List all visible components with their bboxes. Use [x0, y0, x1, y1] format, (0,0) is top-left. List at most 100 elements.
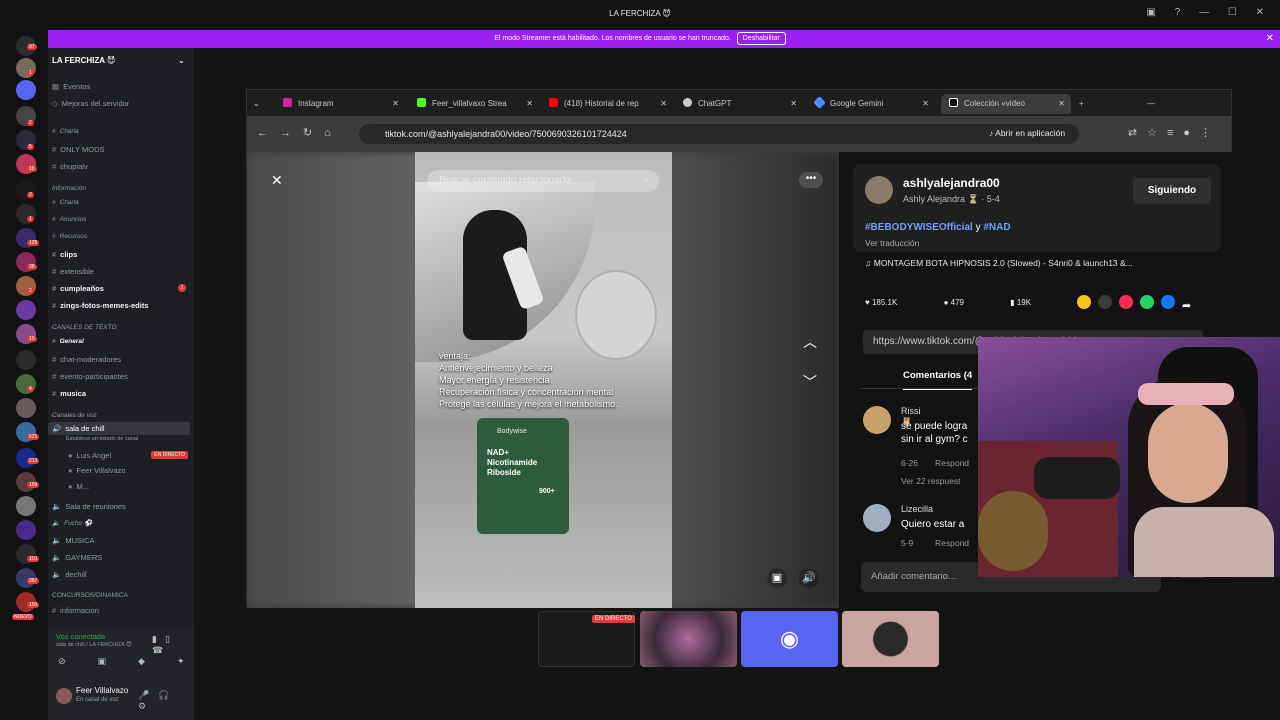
tab-youtube[interactable]: (418) Historial de rep ✕: [549, 94, 667, 114]
new-tab-button[interactable]: +: [1079, 94, 1093, 114]
server-badge: 621: [27, 434, 40, 440]
channel-anuncios[interactable]: # Anuncios: [52, 216, 86, 223]
hashtag-link[interactable]: #BEBODYWISEOfficial: [865, 222, 973, 233]
channel-recursos[interactable]: # Recursos: [52, 233, 87, 240]
voice-action-icons[interactable]: ⊘▣◆✦: [58, 656, 217, 667]
channel-zings[interactable]: # zings-fotos-memes-edits: [52, 301, 149, 310]
voice-channel-fucho[interactable]: 🔈 Fucho ⚽: [52, 519, 92, 527]
chevron-up-icon[interactable]: ︿: [803, 332, 817, 352]
channel-boosts[interactable]: ◇ Mejoras del servidor: [52, 99, 129, 108]
server-icon[interactable]: [16, 300, 36, 320]
category-canales-texto[interactable]: CANALES DE TEXTO: [52, 324, 117, 331]
comment-author[interactable]: Lizecilla: [901, 504, 933, 514]
disable-streamer-button[interactable]: Deshabilitar: [736, 32, 786, 45]
tab-tiktok[interactable]: Colección «video ✕: [941, 94, 1071, 114]
channel-chat-moderadores[interactable]: # chat-moderadores: [52, 355, 121, 364]
video-search-input[interactable]: Buscar contenido relacionado ⌕: [427, 170, 659, 192]
more-options-icon[interactable]: •••: [799, 172, 823, 188]
category-concursos[interactable]: CONCURSOS/DINAMICA: [52, 592, 128, 599]
channel-informacion[interactable]: # informacion: [52, 606, 99, 615]
voice-channel-sala-chill[interactable]: 🔊 sala de chill: [48, 422, 190, 435]
avatar[interactable]: [863, 504, 891, 532]
tab-strip: ⌄ Instagram ✕ Feer_villalvaxo Strea ✕ (418…: [247, 90, 1231, 128]
channel-charla[interactable]: # Charla: [52, 128, 79, 135]
server-header[interactable]: LA FERCHIZA 😈 ⌄: [52, 56, 185, 65]
search-icon[interactable]: ⌕: [643, 170, 649, 192]
channel-clips[interactable]: # clips: [52, 250, 77, 259]
voice-channel-dechill[interactable]: 🔈 dechill: [52, 570, 87, 579]
participant-tile[interactable]: [640, 611, 737, 667]
participant-tile[interactable]: [842, 611, 939, 667]
user-controls[interactable]: 🎤🎧⚙: [138, 690, 194, 712]
comment-button[interactable]: ● 479: [944, 298, 986, 307]
channel-cumpleanos[interactable]: # cumpleaños: [52, 284, 104, 293]
server-icon[interactable]: [16, 398, 36, 418]
face-shape: [1148, 403, 1228, 503]
hashtag-link[interactable]: #NAD: [983, 222, 1010, 233]
server-icon[interactable]: [16, 520, 36, 540]
view-replies-link[interactable]: Ver 22 respuest: [901, 476, 961, 486]
music-link[interactable]: ♫ MONTAGEM BOTA HIPNOSIS 2.0 (Slowed) - …: [865, 258, 1133, 268]
channel-general[interactable]: # General: [52, 338, 84, 345]
voice-user[interactable]: ● Feer Villalvazo: [68, 466, 126, 475]
avatar[interactable]: [865, 176, 893, 204]
like-button[interactable]: ♥ 185.1K: [865, 298, 919, 307]
channel-status[interactable]: Establece un estado de canal: [66, 436, 138, 442]
shirt-shape: [1134, 507, 1274, 577]
channel-only-mods[interactable]: # ONLY MODS: [52, 145, 105, 154]
close-icon[interactable]: ✕: [271, 172, 283, 189]
open-in-app-button[interactable]: ♪ Abrir en aplicación: [989, 128, 1065, 138]
repost-icon[interactable]: [1077, 295, 1091, 309]
voice-channel-reuniones[interactable]: 🔈 Sala de reuniones: [52, 502, 126, 511]
url-field[interactable]: tiktok.com/@ashlyalejandra00/video/75006…: [359, 124, 1079, 144]
category-canales-voz[interactable]: Canales de voz: [52, 412, 97, 419]
browser-toolbar-icons[interactable]: ⇄☆≡●⋮: [1128, 126, 1221, 139]
tab-chatgpt[interactable]: ChatGPT ✕: [683, 94, 797, 114]
channel-events[interactable]: ▦ Eventos: [52, 82, 90, 91]
reply-link[interactable]: Respond: [935, 458, 969, 468]
voice-controls[interactable]: ▮▯ ☎: [152, 634, 194, 656]
comment-text: Quiero estar a: [901, 519, 965, 530]
reply-link[interactable]: Respond: [935, 538, 969, 548]
tab-instagram[interactable]: Instagram ✕: [283, 94, 399, 114]
category-informacion[interactable]: Información: [52, 185, 86, 192]
voice-channel-musica[interactable]: 🔈 MUSICA: [52, 536, 95, 545]
pip-icon[interactable]: ▣: [767, 568, 787, 588]
chevron-down-icon[interactable]: ⌄: [178, 56, 185, 65]
send-icon[interactable]: [1119, 295, 1133, 309]
whatsapp-icon[interactable]: [1140, 295, 1154, 309]
channel-chupialv[interactable]: # chupialv: [52, 162, 88, 171]
channel-musica[interactable]: # musica: [52, 389, 86, 398]
chevron-down-icon[interactable]: ﹀: [803, 372, 817, 392]
following-button[interactable]: Siguiendo: [1133, 178, 1211, 204]
nav-buttons[interactable]: ←→↻⌂: [257, 126, 343, 139]
channel-evento-participantes[interactable]: # evento-participantes: [52, 372, 128, 381]
tab-gemini[interactable]: Google Gemini ✕: [813, 94, 929, 114]
voice-user[interactable]: ● M...: [68, 482, 89, 491]
video-player[interactable]: Buscar contenido relacionado ⌕ ventaja: A…: [415, 152, 672, 608]
window-controls[interactable]: —❐✕: [1147, 94, 1227, 128]
avatar[interactable]: [56, 688, 72, 704]
server-icon[interactable]: [16, 350, 36, 370]
close-icon[interactable]: ✕: [1266, 30, 1274, 48]
embed-icon[interactable]: [1098, 295, 1112, 309]
tab-search-icon[interactable]: ⌄: [253, 94, 273, 114]
discord-logo-icon[interactable]: ◉: [741, 611, 838, 667]
voice-channel-gaymers[interactable]: 🔈 GAYMERS: [52, 553, 102, 562]
tab-kick[interactable]: Feer_villalvaxo Strea ✕: [417, 94, 533, 114]
server-icon[interactable]: [16, 496, 36, 516]
channel-charla-2[interactable]: # Charla: [52, 199, 79, 206]
tab-comments[interactable]: Comentarios (4: [903, 370, 973, 390]
volume-icon[interactable]: 🔊: [799, 568, 819, 588]
close-icon: ✕: [526, 99, 533, 108]
facebook-icon[interactable]: [1161, 295, 1175, 309]
see-translation-link[interactable]: Ver traducción: [865, 238, 919, 248]
author-username[interactable]: ashlyalejandra00: [903, 176, 1000, 190]
save-button[interactable]: ▮ 19K: [1010, 298, 1053, 307]
window-controls[interactable]: ▣ ? — ☐ ✕: [1147, 7, 1272, 18]
channel-extensible[interactable]: # extensible: [52, 267, 94, 276]
voice-user[interactable]: ● Luis Angel: [68, 451, 111, 460]
avatar[interactable]: [863, 406, 891, 434]
share-arrow-icon[interactable]: ➦: [1182, 300, 1191, 312]
server-icon[interactable]: [16, 80, 36, 100]
